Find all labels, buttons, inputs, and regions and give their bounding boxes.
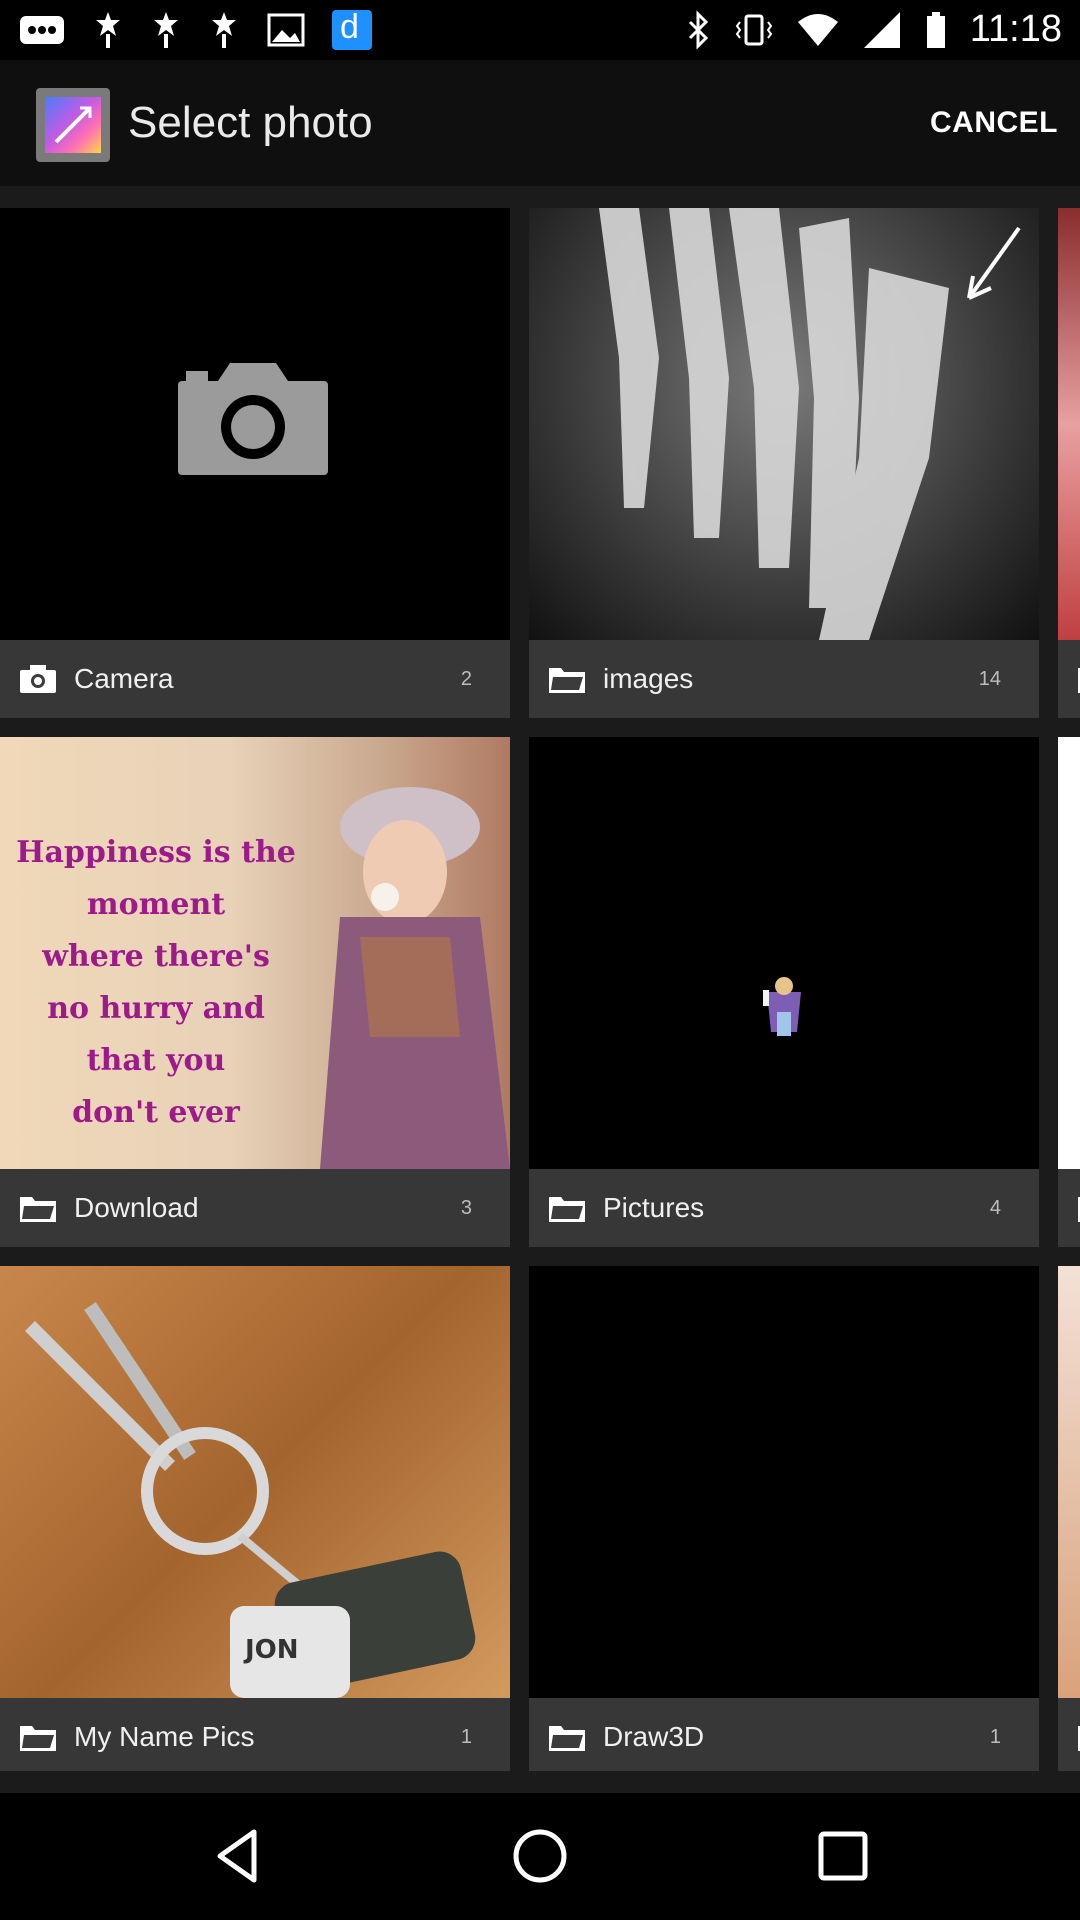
folder-icon [549, 668, 585, 693]
camera-icon [20, 665, 56, 693]
battery-icon [926, 11, 945, 48]
keys-image: JON [25, 1302, 476, 1698]
gallery-icon[interactable] [36, 88, 110, 162]
camera-placeholder-icon [178, 363, 328, 475]
album-count: 3 [460, 1196, 472, 1219]
album-tile-partial[interactable] [1058, 737, 1080, 1247]
more-icon [20, 16, 64, 44]
quote-line: Happiness is the [16, 835, 296, 870]
album-name: Camera [74, 663, 174, 694]
album-tile-partial[interactable] [1058, 208, 1080, 718]
album-thumbnail [529, 208, 1039, 640]
album-grid: Camera 2 images 14 Happiness is the mome… [0, 208, 1080, 1771]
album-thumbnail [0, 208, 510, 640]
status-bar: 11:18 [0, 0, 1080, 60]
home-icon[interactable] [510, 1826, 570, 1886]
folder-icon [20, 1197, 56, 1222]
album-label-bar [1058, 1169, 1080, 1247]
recents-icon[interactable] [813, 1826, 873, 1886]
album-thumbnail [1058, 208, 1080, 640]
page-title: Select photo [128, 98, 373, 147]
status-bar-notifications [18, 8, 372, 50]
cancel-button[interactable]: CANCEL [930, 106, 1058, 140]
quote-line: don't ever [72, 1095, 240, 1130]
back-icon[interactable] [208, 1826, 268, 1886]
album-count: 1 [989, 1725, 1001, 1748]
status-time: 11:18 [969, 8, 1062, 50]
quote-text: Happiness is the moment where there's no… [6, 827, 306, 1139]
album-label-bar: Camera 2 [0, 640, 510, 718]
quote-line: that you [86, 1043, 226, 1078]
signal-icon [863, 11, 900, 48]
notification-icon [154, 12, 178, 48]
album-label-bar: Pictures 4 [529, 1169, 1039, 1247]
app-icon [332, 8, 372, 50]
album-count: 14 [978, 667, 1001, 690]
album-tile-camera[interactable]: Camera 2 [0, 208, 510, 718]
app-bar: Select photo CANCEL [0, 60, 1080, 186]
quote-line: no hurry and [47, 991, 265, 1026]
album-name: Download [74, 1192, 199, 1223]
album-thumbnail [529, 1266, 1039, 1698]
vibrate-icon [735, 14, 772, 45]
album-thumbnail [1058, 737, 1080, 1169]
album-tile-download[interactable]: Happiness is the moment where there's no… [0, 737, 510, 1247]
album-tile-partial[interactable] [1058, 1266, 1080, 1771]
small-figure [763, 977, 801, 1036]
album-label-bar: Draw3D 1 [529, 1698, 1039, 1771]
girl-figure [320, 787, 510, 1169]
album-tile-images[interactable]: images 14 [529, 208, 1039, 718]
notification-icon [212, 12, 236, 48]
xray-image [599, 208, 1021, 640]
navigation-bar [0, 1793, 1080, 1920]
folder-icon [549, 1726, 585, 1751]
album-label-bar [1058, 1698, 1080, 1771]
notification-icon [96, 12, 120, 48]
image-icon [267, 13, 305, 47]
album-label-bar: My Name Pics 1 [0, 1698, 510, 1771]
album-label-bar: Download 3 [0, 1169, 510, 1247]
status-bar-system: 11:18 [686, 8, 1062, 51]
album-name: Pictures [603, 1192, 705, 1223]
album-thumbnail [1058, 1266, 1080, 1698]
album-label-bar [1058, 640, 1080, 718]
wifi-icon [797, 13, 838, 46]
quote-line: moment [86, 887, 226, 922]
album-count: 4 [989, 1196, 1001, 1219]
album-thumbnail: JON [0, 1266, 510, 1698]
album-count: 1 [460, 1725, 472, 1748]
bluetooth-icon [688, 9, 708, 50]
album-count: 2 [460, 667, 472, 690]
album-tile-draw3d[interactable]: Draw3D 1 [529, 1266, 1039, 1771]
quote-line: where there's [42, 939, 270, 974]
album-tile-pictures[interactable]: Pictures 4 [529, 737, 1039, 1247]
folder-icon [20, 1726, 56, 1751]
album-name: images [603, 663, 694, 694]
keytag-text: JON [243, 1635, 299, 1665]
album-name: Draw3D [603, 1721, 705, 1752]
album-label-bar: images 14 [529, 640, 1039, 718]
folder-icon [549, 1197, 585, 1222]
album-thumbnail: Happiness is the moment where there's no… [0, 737, 510, 1169]
album-name: My Name Pics [74, 1721, 255, 1752]
album-tile-my-name-pics[interactable]: JON My Name Pics 1 [0, 1266, 510, 1771]
album-thumbnail [529, 737, 1039, 1169]
